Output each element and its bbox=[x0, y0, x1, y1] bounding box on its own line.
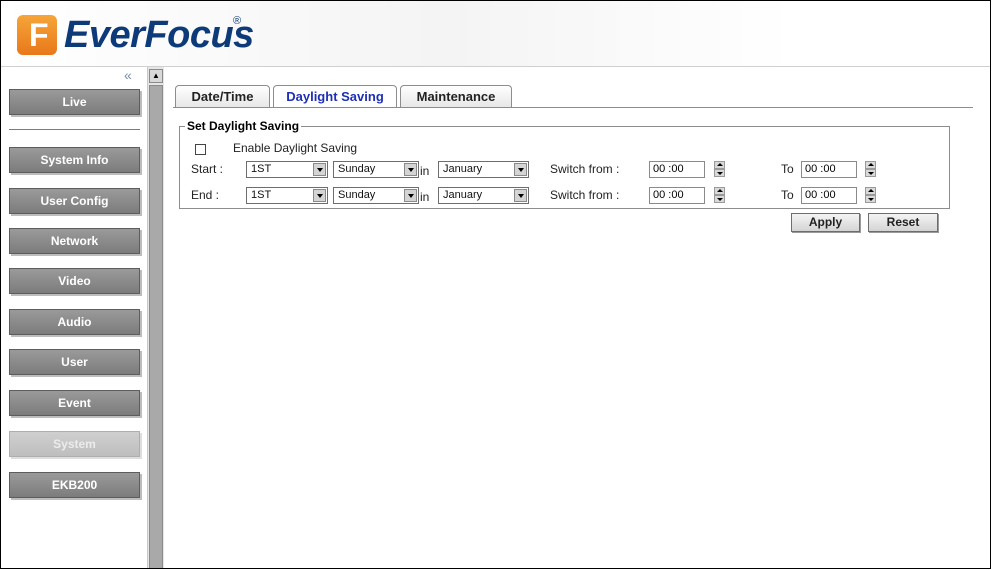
chevron-down-icon[interactable] bbox=[404, 189, 417, 202]
sidebar-item-system-info[interactable]: System Info bbox=[9, 147, 140, 173]
end-from-time-field[interactable]: 00 :00 bbox=[649, 187, 705, 204]
end-to-label: To bbox=[781, 188, 794, 202]
app-frame: F EverFocus ® « Live System Info User Co… bbox=[0, 0, 991, 569]
chevron-down-icon[interactable] bbox=[514, 189, 527, 202]
scrollbar-thumb[interactable] bbox=[149, 85, 163, 568]
header: F EverFocus ® bbox=[1, 1, 990, 67]
tab-date-time[interactable]: Date/Time bbox=[175, 85, 270, 108]
start-month-select[interactable]: January bbox=[438, 161, 529, 178]
enable-daylight-saving-checkbox[interactable] bbox=[195, 144, 206, 155]
section-title: Set Daylight Saving bbox=[185, 119, 302, 133]
chevron-down-icon[interactable] bbox=[404, 163, 417, 176]
end-month-value: January bbox=[443, 189, 483, 201]
start-from-time-field[interactable]: 00 :00 bbox=[649, 161, 705, 178]
start-in-label: in bbox=[420, 164, 430, 178]
registered-mark: ® bbox=[233, 15, 242, 27]
sidebar-item-user-config[interactable]: User Config bbox=[9, 188, 140, 214]
chevron-down-icon[interactable] bbox=[514, 163, 527, 176]
start-from-time-spinner[interactable] bbox=[714, 161, 725, 178]
end-day-select[interactable]: Sunday bbox=[333, 187, 419, 204]
collapse-sidebar-icon[interactable]: « bbox=[124, 67, 132, 83]
tab-maintenance[interactable]: Maintenance bbox=[400, 85, 512, 108]
sidebar-item-user[interactable]: User bbox=[9, 349, 140, 375]
start-day-value: Sunday bbox=[338, 163, 376, 175]
end-day-value: Sunday bbox=[338, 189, 376, 201]
end-week-value: 1ST bbox=[251, 189, 272, 201]
sidebar-item-event[interactable]: Event bbox=[9, 390, 140, 416]
start-week-value: 1ST bbox=[251, 163, 272, 175]
sidebar-item-system[interactable]: System bbox=[9, 431, 140, 457]
apply-button[interactable]: Apply bbox=[791, 213, 860, 232]
sidebar: « Live System Info User Config Network V… bbox=[1, 67, 147, 568]
chevron-down-icon[interactable] bbox=[313, 189, 326, 202]
scroll-up-icon[interactable]: ▲ bbox=[149, 69, 163, 83]
end-week-select[interactable]: 1ST bbox=[246, 187, 328, 204]
start-month-value: January bbox=[443, 163, 483, 175]
end-switch-from-label: Switch from : bbox=[550, 188, 620, 202]
tab-baseline bbox=[173, 107, 973, 108]
end-from-time-spinner[interactable] bbox=[714, 187, 725, 204]
end-month-select[interactable]: January bbox=[438, 187, 529, 204]
sidebar-item-audio[interactable]: Audio bbox=[9, 309, 140, 335]
start-to-label: To bbox=[781, 162, 794, 176]
end-label: End : bbox=[191, 188, 220, 202]
reset-button[interactable]: Reset bbox=[868, 213, 938, 232]
everfocus-logo-icon: F bbox=[17, 15, 57, 55]
sidebar-item-live[interactable]: Live bbox=[9, 89, 140, 115]
start-to-time-spinner[interactable] bbox=[865, 161, 876, 178]
start-switch-from-label: Switch from : bbox=[550, 162, 620, 176]
enable-daylight-saving-label: Enable Daylight Saving bbox=[233, 141, 358, 155]
sidebar-divider bbox=[9, 129, 140, 130]
start-day-select[interactable]: Sunday bbox=[333, 161, 419, 178]
end-to-time-field[interactable]: 00 :00 bbox=[801, 187, 857, 204]
sidebar-item-network[interactable]: Network bbox=[9, 228, 140, 254]
end-to-time-spinner[interactable] bbox=[865, 187, 876, 204]
tab-daylight-saving[interactable]: Daylight Saving bbox=[273, 85, 397, 108]
chevron-down-icon[interactable] bbox=[313, 163, 326, 176]
sidebar-item-video[interactable]: Video bbox=[9, 268, 140, 294]
sidebar-item-ekb200[interactable]: EKB200 bbox=[9, 472, 140, 498]
brand-name: EverFocus bbox=[64, 14, 254, 56]
start-to-time-field[interactable]: 00 :00 bbox=[801, 161, 857, 178]
sidebar-scrollbar[interactable]: ▲ bbox=[147, 67, 164, 568]
start-label: Start : bbox=[191, 162, 224, 176]
start-week-select[interactable]: 1ST bbox=[246, 161, 328, 178]
end-in-label: in bbox=[420, 190, 430, 204]
logo-letter: F bbox=[29, 17, 49, 53]
